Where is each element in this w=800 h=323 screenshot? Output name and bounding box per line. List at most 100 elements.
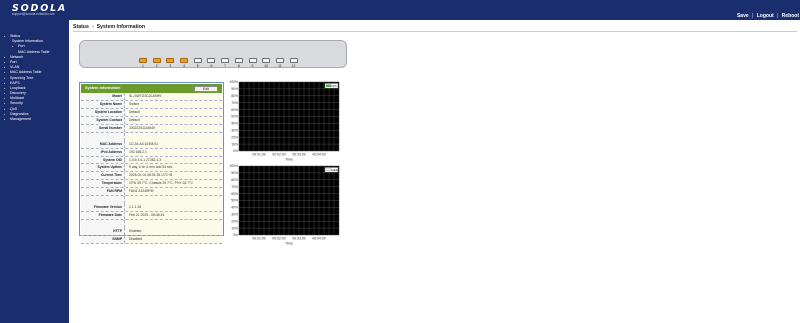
row-label: Temperature [81, 180, 125, 188]
port-10[interactable]: 10 [261, 58, 271, 68]
table-row: MAC Address 1C:2A:A3:10:E8:51 [81, 140, 222, 149]
ethernet-port-icon [275, 58, 284, 63]
table-row: FAN RPM FAN1 2424RPM [81, 188, 222, 197]
port-3[interactable]: 3 [165, 58, 175, 68]
x-tick-label: 00:04:00 [312, 153, 325, 157]
port-number: 11 [278, 64, 282, 68]
row-label: Serial Number [81, 124, 125, 132]
edit-button[interactable]: Edit [194, 85, 218, 92]
port-number: 1 [142, 64, 144, 68]
row-value: 1.1.1.34 [125, 204, 222, 212]
port-11[interactable]: 11 [275, 58, 285, 68]
header-actions: Save | Logout | Reboot [736, 13, 800, 19]
row-label: Firmware Date [81, 212, 125, 219]
row-label: MAC Address [81, 140, 125, 148]
link-separator: | [777, 13, 779, 19]
ethernet-port-icon [207, 58, 216, 63]
x-tick-label: 00:03:00 [292, 153, 305, 157]
chart-legend: CPU [324, 83, 339, 89]
cpu-chart-svg: 100% 90% 80% 70% 60% 50% 40% 30% 20% 10% 0% 00:01:0… [229, 80, 340, 162]
port-9[interactable]: 9 [248, 58, 258, 68]
y-tick-label: 10% [231, 142, 238, 146]
row-value: Disabled [125, 235, 222, 243]
port-5[interactable]: 5 [193, 58, 203, 68]
logout-link[interactable]: Logout [757, 13, 774, 19]
port-2[interactable]: 2 [152, 58, 162, 68]
y-tick-label: 20% [231, 135, 238, 139]
port-8[interactable]: 8 [234, 58, 244, 68]
x-axis-label: Time [285, 242, 293, 246]
cpu-usage-chart: 100% 90% 80% 70% 60% 50% 40% 30% 20% 10% 0% 00:01:0… [227, 80, 347, 162]
legend-swatch [325, 84, 332, 87]
x-tick-label: 00:02:00 [272, 153, 285, 157]
x-tick-label: 00:01:00 [252, 153, 265, 157]
row-value: 1.3.6.1.4.1.27282.1.3 [125, 156, 222, 164]
table-row: SNMP Disabled [81, 235, 222, 244]
sidebar-item-management[interactable]: ▸ Management [4, 117, 50, 122]
top-header: SODOLA support@sodola-network.com Save |… [0, 0, 800, 20]
port-4[interactable]: 4 [179, 58, 189, 68]
y-tick-label: 0% [233, 149, 238, 153]
legend-swatch [325, 168, 332, 171]
save-link[interactable]: Save [737, 13, 749, 19]
y-tick-label: 50% [231, 115, 238, 119]
info-table: Model SL-SWTG3C2L4BHS System Name Switch Sys… [81, 93, 222, 244]
table-row [81, 132, 222, 141]
y-tick-label: 80% [231, 178, 238, 182]
row-value: 0 day, 0 hr, 6 min and 33 sec [125, 164, 222, 172]
port-6[interactable]: 6 [206, 58, 216, 68]
x-tick-label: 00:04:00 [312, 237, 325, 241]
row-label: Firmware Version [81, 204, 125, 212]
port-12[interactable]: 12 [289, 58, 299, 68]
port-number: 4 [183, 64, 185, 68]
row-label: System Contact [81, 116, 125, 124]
ethernet-port-icon [234, 58, 243, 63]
port-1[interactable]: 1 [138, 58, 148, 68]
ethernet-port-icon [180, 58, 189, 63]
row-value: 1C:2A:A3:10:E8:51 [125, 140, 222, 148]
y-tick-label: 10% [231, 226, 238, 230]
reboot-link[interactable]: Reboot [782, 13, 799, 19]
y-tick-label: 30% [231, 213, 238, 217]
row-value: 2025-01-01 08:51:51 UTC+8 [125, 172, 222, 180]
ethernet-port-icon [221, 58, 230, 63]
ethernet-port-icon [262, 58, 271, 63]
row-label: System OID [81, 156, 125, 164]
y-tick-label: 20% [231, 219, 238, 223]
ethernet-port-icon [152, 58, 161, 63]
x-axis-label: Time [285, 158, 293, 162]
chart-legend: MEM [324, 167, 339, 173]
page-title: System Information [96, 24, 146, 30]
port-number: 5 [196, 64, 199, 68]
panel-header: System Information Edit [81, 84, 222, 93]
table-row: Temperature CPU 39.7°C, Chassis 29.7°C, P… [81, 180, 222, 189]
row-label: Model [81, 93, 125, 100]
y-tick-label: 60% [231, 108, 238, 112]
sidebar: ▸ Status System Information ▸ Port MAC Addres… [0, 20, 69, 323]
x-tick-label: 00:03:00 [292, 237, 305, 241]
row-value: 23022251116649 [125, 124, 222, 132]
table-row: System Location Default [81, 108, 222, 117]
row-label: Current Time [81, 172, 125, 180]
system-information-panel: System Information Edit Model SL-SWTG3C2L… [79, 82, 224, 244]
ethernet-port-icon [248, 58, 257, 63]
port-number: 10 [264, 64, 269, 68]
sidebar-item-label: Management [10, 117, 31, 121]
link-separator: | [752, 13, 754, 19]
breadcrumb-section[interactable]: Status [73, 24, 89, 30]
row-label: System Location [81, 108, 125, 116]
brand-tagline: support@sodola-network.com [12, 12, 55, 16]
port-status-row: 1 2 3 4 5 6 7 8 9 10 11 12 [138, 58, 302, 68]
port-number: 12 [291, 64, 296, 68]
table-row: Current Time 2025-01-01 08:51:51 UTC+8 [81, 172, 222, 181]
port-number: 6 [210, 64, 213, 68]
ethernet-port-icon [139, 58, 147, 63]
y-tick-label: 40% [231, 206, 238, 210]
row-label: System Uptime [81, 164, 125, 172]
port-7[interactable]: 7 [220, 58, 230, 68]
y-tick-label: 100% [229, 164, 238, 168]
ethernet-port-icon [193, 58, 202, 63]
table-row [81, 196, 222, 205]
y-tick-label: 80% [231, 94, 238, 98]
port-number: 9 [251, 64, 254, 68]
